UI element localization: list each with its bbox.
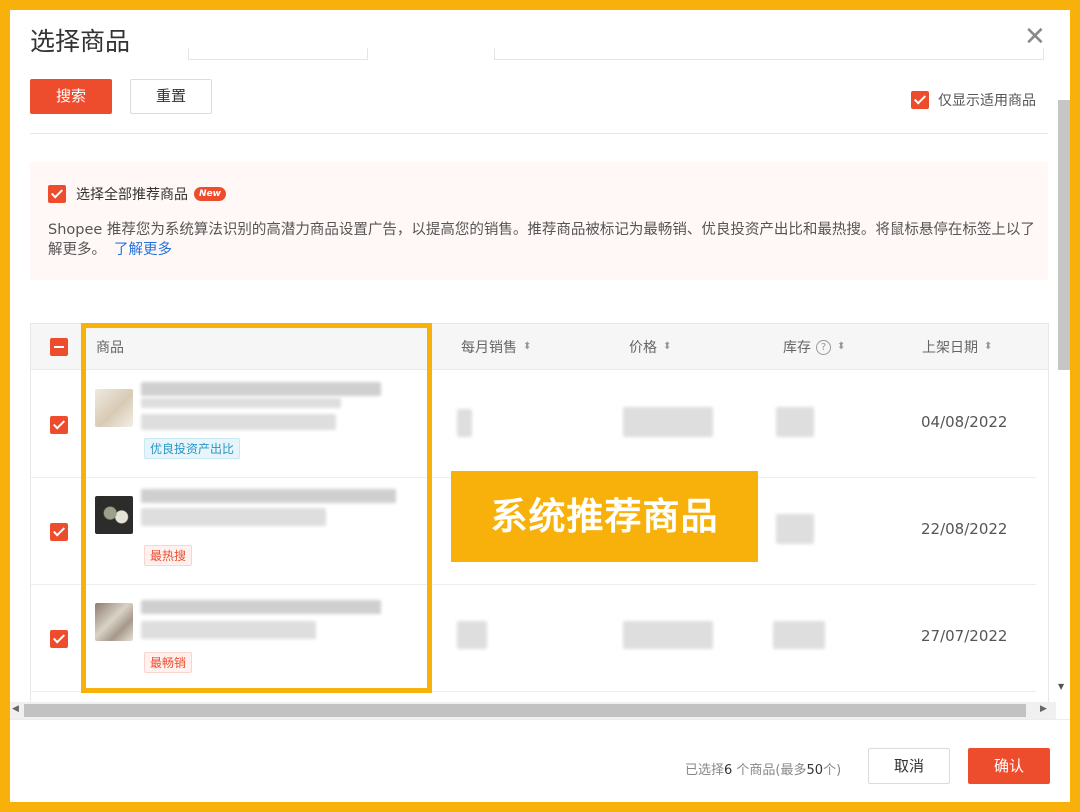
stock-redacted	[776, 514, 814, 544]
header-listed-date[interactable]: 上架日期 ⬍	[922, 337, 992, 357]
confirm-button[interactable]: 确认	[968, 748, 1050, 784]
row-checkbox[interactable]	[50, 416, 68, 434]
help-icon[interactable]: ?	[816, 339, 831, 355]
header-monthly-sales-label: 每月销售	[461, 340, 517, 356]
listed-date: 22/08/2022	[921, 520, 1008, 538]
monthly-sales-redacted	[457, 409, 472, 437]
max-count: 50	[806, 763, 824, 778]
learn-more-link[interactable]: 了解更多	[114, 242, 172, 258]
select-all-recommended[interactable]: 选择全部推荐商品 New	[48, 184, 226, 204]
header-price[interactable]: 价格 ⬍	[629, 337, 671, 357]
header-monthly-sales[interactable]: 每月销售 ⬍	[461, 337, 531, 357]
stock-redacted	[776, 407, 814, 437]
listed-date: 04/08/2022	[921, 413, 1008, 431]
recommended-products-highlight	[81, 323, 432, 693]
sort-icon[interactable]: ⬍	[837, 342, 845, 352]
scrollbar-thumb[interactable]	[1058, 100, 1070, 370]
sort-icon[interactable]: ⬍	[663, 342, 671, 352]
filter-field-1[interactable]	[188, 48, 368, 60]
scrollbar-thumb[interactable]	[24, 704, 1026, 717]
select-all-checkbox[interactable]	[50, 338, 68, 356]
row-checkbox[interactable]	[50, 630, 68, 648]
header-stock[interactable]: 库存 ? ⬍	[783, 337, 845, 357]
recommendation-text: Shopee 推荐您为系统算法识别的高潜力商品设置广告，以提高您的销售。推荐商品…	[48, 222, 1035, 258]
monthly-sales-redacted	[457, 621, 487, 649]
recommendation-description: Shopee 推荐您为系统算法识别的高潜力商品设置广告，以提高您的销售。推荐商品…	[48, 220, 1038, 260]
max-suffix: 个)	[823, 763, 842, 778]
divider	[30, 133, 1048, 134]
price-redacted	[623, 621, 713, 649]
row-checkbox[interactable]	[50, 523, 68, 541]
close-icon[interactable]: ✕	[1024, 24, 1046, 50]
horizontal-scrollbar[interactable]: ◀ ▶	[10, 702, 1056, 719]
selected-count-info: 已选择6 个商品(最多50个)	[685, 759, 841, 778]
filter-field-2[interactable]	[494, 48, 1044, 60]
footer-divider	[10, 719, 1070, 720]
sort-icon[interactable]: ⬍	[984, 342, 992, 352]
only-applicable-label: 仅显示适用商品	[938, 93, 1036, 109]
reset-button[interactable]: 重置	[130, 79, 212, 114]
new-badge: New	[194, 187, 226, 201]
only-applicable-checkbox[interactable]	[911, 91, 929, 109]
scroll-right-icon[interactable]: ▶	[1040, 704, 1047, 714]
stock-redacted	[773, 621, 825, 649]
scroll-down-icon[interactable]: ▼	[1058, 682, 1064, 691]
cancel-button[interactable]: 取消	[868, 748, 950, 784]
only-applicable-toggle[interactable]: 仅显示适用商品	[911, 90, 1036, 110]
listed-date: 27/07/2022	[921, 627, 1008, 645]
dialog-title: 选择商品	[30, 27, 131, 56]
header-price-label: 价格	[629, 340, 657, 356]
header-listed-date-label: 上架日期	[922, 340, 978, 356]
scroll-left-icon[interactable]: ◀	[12, 704, 19, 714]
selected-prefix: 已选择	[685, 763, 725, 778]
annotation-label: 系统推荐商品	[451, 471, 758, 562]
header-stock-label: 库存	[783, 340, 811, 356]
sort-icon[interactable]: ⬍	[523, 342, 531, 352]
price-redacted	[623, 407, 713, 437]
search-button[interactable]: 搜索	[30, 79, 112, 114]
recommendation-panel: 选择全部推荐商品 New Shopee 推荐您为系统算法识别的高潜力商品设置广告…	[30, 162, 1048, 280]
select-all-recommended-checkbox[interactable]	[48, 185, 66, 203]
selected-suffix: 个商品(最多	[732, 763, 807, 778]
vertical-scrollbar[interactable]: ▼	[1056, 100, 1070, 700]
select-all-recommended-label: 选择全部推荐商品	[76, 187, 188, 203]
